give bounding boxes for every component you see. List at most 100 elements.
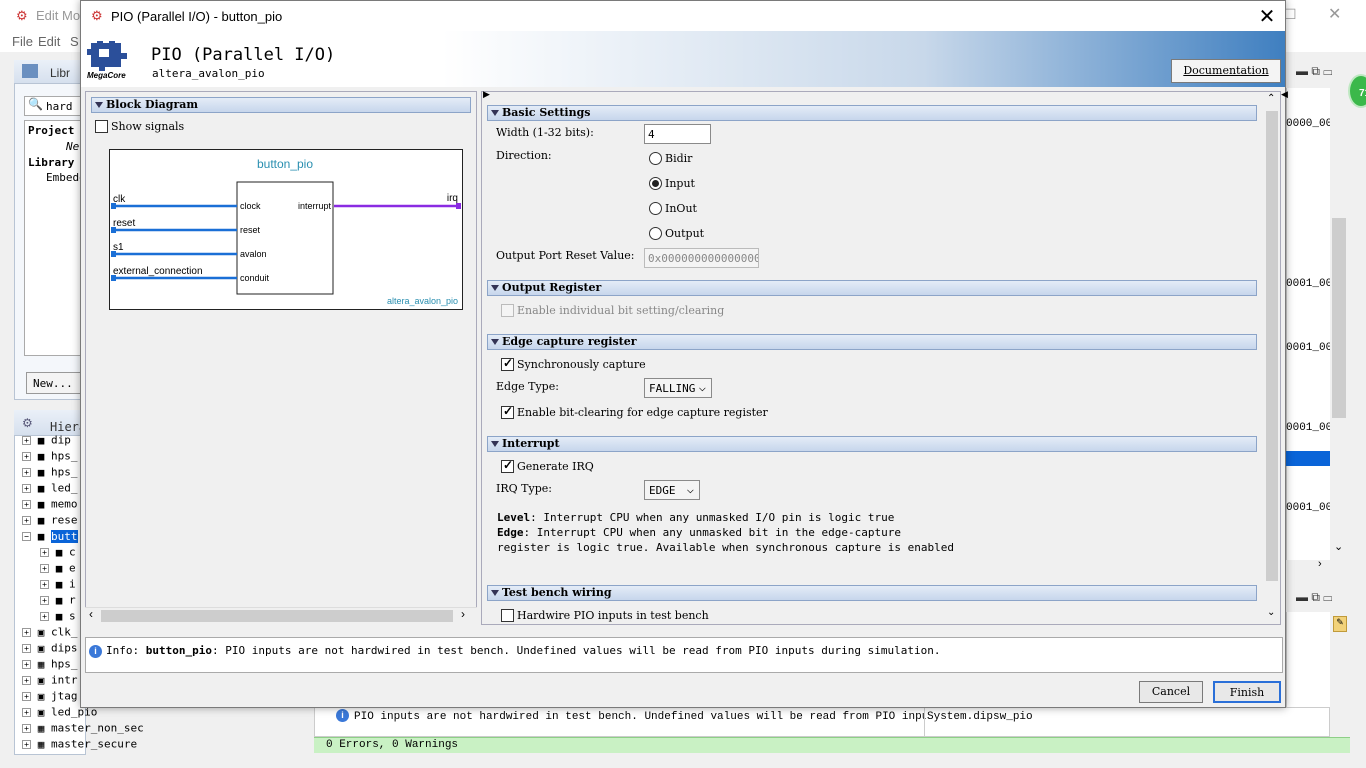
width-input[interactable]: 4: [644, 124, 711, 144]
address-map-scroll-thumb[interactable]: [1332, 218, 1346, 418]
irq-type-label: IRQ Type:: [496, 482, 552, 495]
direction-label: Direction:: [496, 149, 552, 162]
tree-new[interactable]: Ne: [66, 140, 79, 153]
triangle-right-icon[interactable]: ▶: [483, 89, 490, 100]
hierarchy-item[interactable]: + ■ r: [40, 593, 76, 609]
edge-type-label: Edge Type:: [496, 380, 559, 393]
irq-type-select[interactable]: EDGE: [644, 480, 700, 500]
message-text[interactable]: PIO inputs are not hardwired in test ben…: [354, 711, 926, 723]
hierarchy-item[interactable]: + ▣ intr: [22, 673, 78, 689]
chevron-up-icon[interactable]: ⌃: [1267, 93, 1275, 104]
edge-capture-header[interactable]: Edge capture register: [487, 334, 1257, 350]
menu-edit[interactable]: Edit: [38, 34, 60, 49]
hierarchy-item[interactable]: + ▣ clk_: [22, 625, 78, 641]
expand-icon[interactable]: +: [22, 451, 31, 461]
hierarchy-item[interactable]: + ■ s: [40, 609, 76, 625]
chevron-right-icon[interactable]: ›: [461, 607, 465, 621]
hierarchy-item[interactable]: + ▣ jtag: [22, 689, 78, 705]
chevron-down-icon[interactable]: ⌄: [1267, 607, 1275, 618]
close-icon[interactable]: ✕: [1328, 4, 1341, 24]
info-component-name: button_pio: [145, 644, 212, 657]
hierarchy-item-label: intr: [51, 673, 78, 687]
expand-icon[interactable]: +: [22, 483, 31, 493]
direction-bidir-radio[interactable]: [649, 152, 662, 165]
direction-output-label: Output: [665, 227, 705, 240]
column-divider: [924, 707, 925, 737]
tree-project[interactable]: Project: [28, 124, 74, 137]
expand-icon[interactable]: +: [22, 707, 31, 717]
hierarchy-item[interactable]: − ■ butt: [22, 529, 78, 545]
expand-icon[interactable]: +: [40, 563, 49, 573]
hierarchy-item[interactable]: + ■ led_: [22, 481, 78, 497]
expand-icon[interactable]: +: [22, 739, 31, 749]
reset-value-input[interactable]: 0x0000000000000000: [644, 248, 759, 268]
hierarchy-item[interactable]: + ■ rese: [22, 513, 78, 529]
hardwire-checkbox[interactable]: [501, 609, 514, 622]
bit-clearing-checkbox[interactable]: [501, 404, 514, 419]
triangle-left-icon[interactable]: ◀: [1281, 89, 1288, 100]
expand-icon[interactable]: +: [40, 595, 49, 605]
hierarchy-item[interactable]: + ■ hps_: [22, 449, 78, 465]
block-diagram-hscroll-thumb[interactable]: [101, 610, 453, 622]
level-description: Level: Interrupt CPU when any unmasked I…: [497, 511, 894, 524]
expand-icon[interactable]: +: [22, 659, 31, 669]
hierarchy-item[interactable]: + ▦ master_secure: [22, 737, 137, 753]
expand-icon[interactable]: +: [22, 643, 31, 653]
filter-icon[interactable]: ✎: [1333, 616, 1347, 632]
hierarchy-item[interactable]: + ■ memo: [22, 497, 78, 513]
enable-bit-setting-checkbox[interactable]: [501, 304, 514, 317]
hierarchy-item[interactable]: + ■ i: [40, 577, 76, 593]
sync-capture-checkbox[interactable]: [501, 356, 514, 371]
expand-icon[interactable]: +: [22, 467, 31, 477]
direction-output-radio[interactable]: [649, 227, 662, 240]
expand-icon[interactable]: +: [22, 515, 31, 525]
show-signals-checkbox[interactable]: [95, 120, 108, 133]
hierarchy-item[interactable]: + ▦ hps_: [22, 657, 78, 673]
collapse-icon[interactable]: −: [22, 531, 31, 541]
hierarchy-item[interactable]: + ■ c: [40, 545, 76, 561]
direction-input-radio[interactable]: [649, 177, 662, 190]
hierarchy-scrollbar[interactable]: [288, 708, 304, 752]
new-button[interactable]: New...: [26, 372, 82, 394]
hierarchy-item[interactable]: + ▦ master_non_sec: [22, 721, 144, 737]
generate-irq-checkbox[interactable]: [501, 458, 514, 473]
tree-library[interactable]: Library: [28, 156, 74, 169]
edge-description-cont: register is logic true. Available when s…: [497, 541, 954, 554]
chevron-down-icon[interactable]: ⌄: [1334, 540, 1343, 553]
pio-dialog: ⚙ PIO (Parallel I/O) - button_pio ✕ Mega…: [80, 0, 1288, 708]
expand-icon[interactable]: +: [40, 579, 49, 589]
menu-system[interactable]: S: [70, 34, 79, 49]
documentation-button[interactable]: Documentation: [1171, 59, 1281, 83]
cancel-button[interactable]: Cancel: [1139, 681, 1203, 703]
close-icon[interactable]: ✕: [1253, 4, 1281, 29]
expand-icon[interactable]: +: [22, 435, 31, 445]
expand-icon[interactable]: +: [40, 611, 49, 621]
expand-icon[interactable]: +: [40, 547, 49, 557]
expand-icon[interactable]: +: [22, 675, 31, 685]
level-term: Level: [497, 511, 531, 524]
direction-inout-radio[interactable]: [649, 202, 662, 215]
edge-type-select[interactable]: FALLING: [644, 378, 712, 398]
expand-icon[interactable]: +: [22, 627, 31, 637]
expand-icon[interactable]: +: [22, 691, 31, 701]
panel-controls-top[interactable]: ▬ ⧉ ▭: [1296, 64, 1332, 79]
output-register-header[interactable]: Output Register: [487, 280, 1257, 296]
generate-irq-label: Generate IRQ: [517, 460, 594, 473]
hierarchy-item[interactable]: + ■ e: [40, 561, 76, 577]
message-path[interactable]: System.dipsw_pio: [927, 711, 1033, 723]
hierarchy-item[interactable]: + ■ hps_: [22, 465, 78, 481]
chevron-left-icon[interactable]: ‹: [89, 607, 93, 621]
expand-icon[interactable]: +: [22, 499, 31, 509]
block-diagram-header[interactable]: Block Diagram: [91, 97, 471, 113]
expand-icon[interactable]: +: [22, 723, 31, 733]
test-bench-header[interactable]: Test bench wiring: [487, 585, 1257, 601]
hierarchy-item[interactable]: + ■ dip: [22, 433, 71, 449]
chevron-right-icon[interactable]: ›: [1318, 558, 1322, 570]
interrupt-header[interactable]: Interrupt: [487, 436, 1257, 452]
settings-scroll-thumb[interactable]: [1266, 111, 1278, 581]
hierarchy-item[interactable]: + ▣ dips: [22, 641, 78, 657]
menu-file[interactable]: File: [12, 34, 33, 49]
finish-button[interactable]: Finish: [1213, 681, 1281, 703]
panel-controls-bottom[interactable]: ▬ ⧉ ▭: [1296, 590, 1332, 605]
basic-settings-header[interactable]: Basic Settings: [487, 105, 1257, 121]
